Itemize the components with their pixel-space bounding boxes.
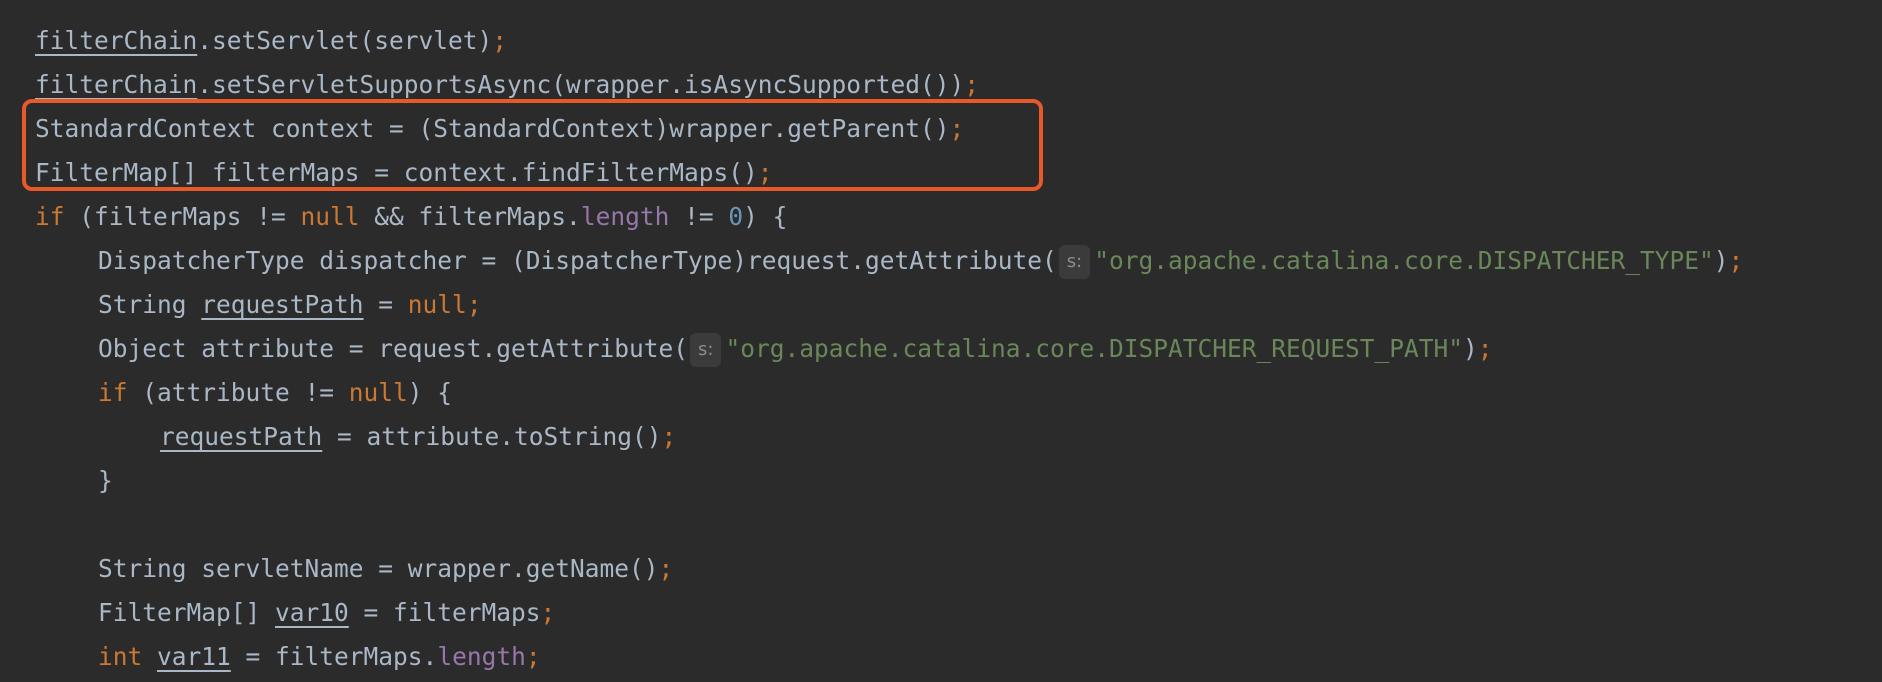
code-line[interactable]: StandardContext context = (StandardConte… — [35, 107, 964, 151]
code-token: != — [669, 202, 729, 231]
code-token: DispatcherType dispatcher = (DispatcherT… — [98, 246, 1057, 275]
code-token: FilterMap[] — [98, 598, 276, 627]
code-token: .setServletSupportsAsync(wrapper.isAsync… — [197, 70, 965, 99]
code-line[interactable]: } — [98, 459, 113, 503]
code-token: && filterMaps. — [359, 202, 581, 231]
code-token: = filterMaps — [348, 598, 541, 627]
string-token: "org.apache.catalina.core.DISPATCHER_TYP… — [1094, 246, 1714, 275]
code-token: = — [363, 290, 408, 319]
keyword-token: int — [98, 642, 143, 671]
code-line[interactable]: Object attribute = request.getAttribute(… — [98, 327, 1493, 371]
code-line[interactable]: if (attribute != null) { — [98, 371, 452, 415]
code-line[interactable]: FilterMap[] filterMaps = context.findFil… — [35, 151, 773, 195]
variable-token: requestPath — [201, 290, 364, 319]
code-token: (attribute != — [127, 378, 349, 407]
punctuation-token: ; — [492, 26, 508, 55]
punctuation-token: ; — [540, 598, 556, 627]
punctuation-token: ; — [466, 290, 482, 319]
keyword-token: if — [98, 378, 128, 407]
code-token: StandardContext context = (StandardConte… — [35, 114, 950, 143]
keyword-token: null — [348, 378, 408, 407]
parameter-hint: s: — [1058, 245, 1091, 279]
punctuation-token: ; — [757, 158, 773, 187]
code-token: Object attribute = request.getAttribute( — [98, 334, 689, 363]
parameter-hint: s: — [690, 333, 722, 367]
punctuation-token: ; — [661, 422, 677, 451]
code-token: ) — [1462, 334, 1478, 363]
keyword-token: null — [300, 202, 360, 231]
code-token: .setServlet(servlet) — [197, 26, 493, 55]
keyword-token: if — [35, 202, 65, 231]
field-token: length — [580, 202, 670, 231]
code-line[interactable]: filterChain.setServletSupportsAsync(wrap… — [35, 63, 979, 107]
code-line[interactable]: String requestPath = null; — [98, 283, 482, 327]
code-token: FilterMap[] filterMaps = context.findFil… — [35, 158, 758, 187]
punctuation-token: ; — [658, 554, 674, 583]
code-line[interactable]: FilterMap[] var10 = filterMaps; — [98, 591, 555, 635]
code-line[interactable]: int var11 = filterMaps.length; — [98, 635, 541, 679]
number-token: 0 — [728, 202, 744, 231]
field-token: length — [437, 642, 526, 671]
code-line[interactable]: requestPath = attribute.toString(); — [160, 415, 676, 459]
code-line[interactable]: if (filterMaps != null && filterMaps.len… — [35, 195, 787, 239]
code-token: ) — [1713, 246, 1729, 275]
punctuation-token: ; — [949, 114, 965, 143]
code-token: ) { — [407, 378, 453, 407]
code-token: = filterMaps. — [230, 642, 438, 671]
variable-token: requestPath — [160, 422, 323, 451]
variable-token: filterChain — [35, 70, 198, 99]
code-editor[interactable]: filterChain.setServlet(servlet); filterCh… — [0, 0, 1882, 682]
code-token: String — [98, 290, 202, 319]
code-token: } — [98, 466, 113, 495]
code-line[interactable]: String servletName = wrapper.getName(); — [98, 547, 673, 591]
punctuation-token: ; — [1728, 246, 1744, 275]
code-token: (filterMaps != — [64, 202, 301, 231]
keyword-token: null — [407, 290, 467, 319]
variable-token: var11 — [157, 642, 231, 671]
string-token: "org.apache.catalina.core.DISPATCHER_REQ… — [725, 334, 1463, 363]
punctuation-token: ; — [525, 642, 541, 671]
code-token: String servletName = wrapper.getName() — [98, 554, 659, 583]
variable-token: var10 — [275, 598, 349, 627]
code-token: ) { — [743, 202, 788, 231]
punctuation-token: ; — [964, 70, 980, 99]
code-line[interactable]: filterChain.setServlet(servlet); — [35, 19, 507, 63]
punctuation-token: ; — [1477, 334, 1493, 363]
code-line[interactable]: DispatcherType dispatcher = (DispatcherT… — [98, 239, 1743, 283]
variable-token: filterChain — [35, 26, 198, 55]
code-token: = attribute.toString() — [322, 422, 662, 451]
